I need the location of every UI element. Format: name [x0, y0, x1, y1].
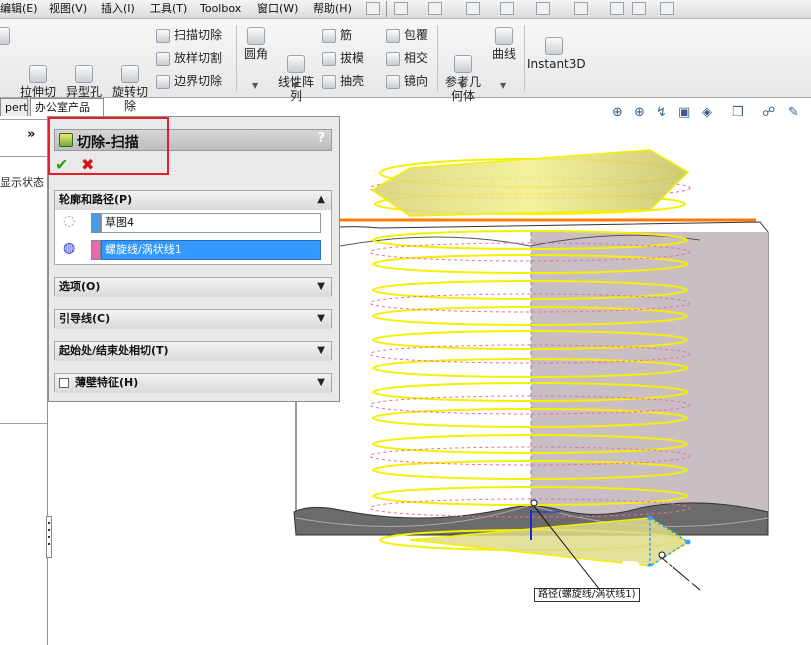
path-color-swatch	[91, 240, 101, 260]
profile-and-path-group: 轮廓和路径(P) ▲ ◌ 草图4 ◍ 螺旋线/涡状线1	[54, 190, 332, 265]
edit-appearance-icon[interactable]: ✎	[788, 105, 799, 120]
chevron-down-icon[interactable]: ▼	[317, 342, 325, 360]
tangency-group[interactable]: 起始处/结束处相切(T) ▼	[54, 341, 332, 361]
profile-color-swatch	[91, 213, 101, 233]
path-start-point[interactable]	[530, 499, 538, 507]
guide-curves-header[interactable]: 引导线(C) ▼	[55, 310, 331, 329]
chevron-down-icon[interactable]: ▼	[317, 310, 325, 328]
thin-feature-group[interactable]: 薄壁特征(H) ▼	[54, 373, 332, 393]
collapse-panel-button[interactable]: »	[27, 127, 35, 142]
cylinder-shaded-face	[531, 232, 768, 530]
sweep-preview-top	[370, 149, 690, 217]
options-header[interactable]: 选项(O) ▼	[55, 278, 331, 297]
path-selection-icon: ◍	[63, 240, 76, 256]
profile-selection-icon: ◌	[63, 213, 76, 229]
hide-show-items-icon[interactable]: ☍	[762, 105, 775, 120]
profile-and-path-header[interactable]: 轮廓和路径(P) ▲	[55, 191, 331, 210]
previous-view-icon[interactable]: ↯	[656, 105, 667, 120]
thin-feature-checkbox[interactable]	[59, 378, 69, 388]
view-orientation-icon[interactable]: ◈	[702, 105, 712, 120]
chevron-down-icon[interactable]: ▼	[317, 374, 325, 392]
sketch-point	[647, 515, 653, 521]
sketch-point	[685, 539, 691, 545]
heads-up-view-toolbar: ⊕ ⊕ ↯ ▣ ◈ ❒ ☍ ✎	[612, 105, 811, 121]
display-style-icon[interactable]: ❒	[732, 105, 744, 120]
section-view-icon[interactable]: ▣	[678, 105, 690, 120]
chevron-up-icon[interactable]: ▲	[317, 191, 325, 209]
help-icon[interactable]: ?	[317, 131, 325, 146]
highlight-annotation-box	[48, 117, 169, 175]
zoom-to-fit-icon[interactable]: ⊕	[612, 105, 623, 120]
profile-selection-box[interactable]: 草图4	[101, 213, 321, 233]
guide-curves-group[interactable]: 引导线(C) ▼	[54, 309, 332, 329]
watermark-url: jingyan.baidu.com	[680, 606, 800, 621]
tangency-header[interactable]: 起始处/结束处相切(T) ▼	[55, 342, 331, 361]
options-group[interactable]: 选项(O) ▼	[54, 277, 332, 297]
watermark-logo: Bai 经验	[620, 556, 750, 591]
path-selection-box[interactable]: 螺旋线/涡状线1	[101, 240, 321, 260]
chevron-down-icon[interactable]: ▼	[317, 278, 325, 296]
zoom-to-area-icon[interactable]: ⊕	[634, 105, 645, 120]
thin-feature-header[interactable]: 薄壁特征(H) ▼	[55, 374, 331, 393]
